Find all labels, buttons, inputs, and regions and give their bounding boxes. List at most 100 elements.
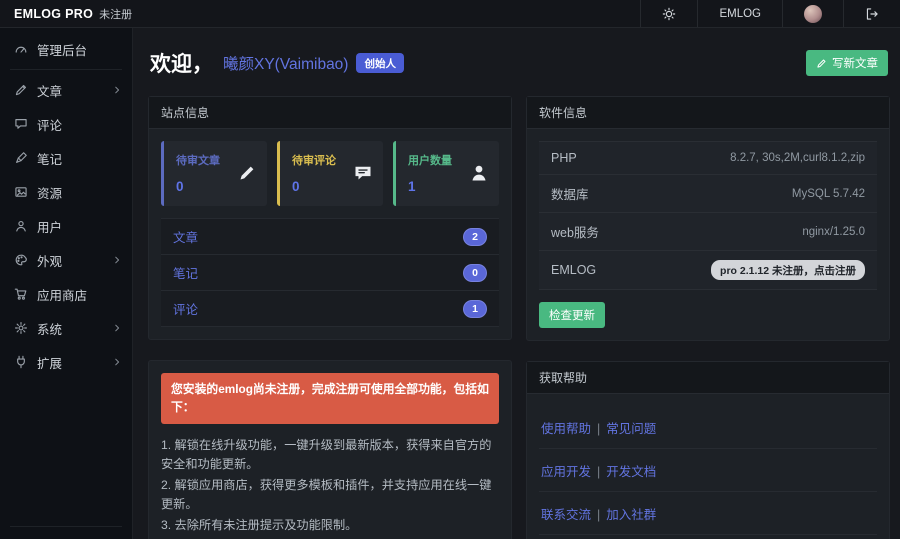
sidebar-item-label: 应用商店 [37,285,87,304]
avatar [804,5,822,23]
help-link[interactable]: 应用开发 [541,465,591,479]
cart-icon [14,287,28,301]
site-info-panel: 站点信息 待审文章 0 [148,96,512,340]
user-icon [14,219,28,233]
register-benefit: 2. 解锁应用商店，获得更多模板和插件，并支持应用在线一键更新。 [161,476,499,514]
help-row-contact: 联系交流|加入社群 [539,492,877,535]
site-count-list: 文章 2 笔记 0 评论 1 [161,218,499,327]
help-link[interactable]: 联系交流 [541,508,591,522]
image-icon [14,185,28,199]
sidebar-item-label: 评论 [37,115,62,134]
new-post-button[interactable]: 写新文章 [806,50,888,76]
register-benefit: 1. 解锁在线升级功能，一键升级到最新版本，获得来自官方的安全和功能更新。 [161,436,499,474]
stat-value: 1 [408,179,452,194]
check-update-button[interactable]: 检查更新 [539,302,605,328]
sidebar-item-label: 系统 [37,319,62,338]
help-link[interactable]: 加入社群 [606,508,656,522]
software-label: web服务 [551,222,599,241]
logout-icon [865,7,879,21]
sidebar-item-app-store[interactable]: 应用商店 [0,277,132,311]
new-post-label: 写新文章 [832,55,878,71]
stat-value: 0 [292,179,336,194]
site-row-articles[interactable]: 文章 2 [161,218,499,255]
role-badge[interactable]: 创始人 [356,53,404,73]
software-row-emlog: EMLOG pro 2.1.12 未注册，点击注册 [539,251,877,290]
comments-count-badge: 1 [463,300,487,318]
sidebar-item-label: 管理后台 [37,40,87,59]
register-panel: 您安装的emlog尚未注册，完成注册可使用全部功能，包括如下： 1. 解锁在线升… [148,360,512,539]
stat-pending-articles: 待审文章 0 [161,141,267,206]
sidebar-item-comments[interactable]: 评论 [0,107,132,141]
sidebar-item-resources[interactable]: 资源 [0,175,132,209]
visit-site-link[interactable]: EMLOG [697,0,782,27]
palette-icon [14,253,28,267]
chevron-right-icon [112,255,122,265]
help-separator: | [591,465,606,479]
topbar-actions: EMLOG [640,0,900,27]
help-separator: | [591,508,606,522]
stat-pending-comments: 待审评论 0 [277,141,383,206]
sidebar-item-label: 资源 [37,183,62,202]
help-link[interactable]: 常见问题 [606,422,656,436]
main-content: 欢迎， 曦颜XY(Vaimibao) 创始人 写新文章 站点信息 待审文章 0 [134,28,900,539]
sidebar-divider [10,69,122,70]
software-label: 数据库 [551,184,589,203]
unregistered-alert: 您安装的emlog尚未注册，完成注册可使用全部功能，包括如下： [161,373,499,424]
sidebar-item-system[interactable]: 系统 [0,311,132,345]
pencil-icon [816,58,827,69]
software-row-database: 数据库 MySQL 5.7.42 [539,175,877,213]
panel-title: 获取帮助 [527,362,889,394]
sidebar-item-dashboard[interactable]: 管理后台 [0,32,132,66]
software-value: nginx/1.25.0 [802,226,865,238]
software-rows: PHP 8.2.7, 30s,2M,curl8.1.2,zip 数据库 MySQ… [539,141,877,290]
sidebar-bottom-divider [10,526,122,527]
user-menu[interactable] [782,0,843,27]
panel-title: 软件信息 [527,97,889,129]
site-row-notes[interactable]: 笔记 0 [161,255,499,291]
sidebar-item-label: 文章 [37,81,62,100]
articles-count-badge: 2 [463,228,487,246]
software-row-webserver: web服务 nginx/1.25.0 [539,213,877,251]
help-row-develop: 应用开发|开发文档 [539,449,877,492]
right-column: 软件信息 PHP 8.2.7, 30s,2M,curl8.1.2,zip 数据库… [526,96,890,539]
software-label: EMLOG [551,263,596,277]
logo-text: EMLOG PRO [14,7,93,21]
help-row-feedback: 问题反馈|官方社区 [539,535,877,539]
comments-link[interactable]: 评论 [173,299,198,318]
sidebar-item-label: 笔记 [37,149,62,168]
plug-icon [14,355,28,369]
help-link[interactable]: 开发文档 [606,465,656,479]
notes-link[interactable]: 笔记 [173,263,198,282]
emlog-version-register-pill[interactable]: pro 2.1.12 未注册，点击注册 [711,260,865,280]
pen-nib-icon [14,151,28,165]
sidebar: 管理后台 文章 评论 笔记 资源 用户 [0,28,133,539]
software-value: 8.2.7, 30s,2M,curl8.1.2,zip [730,152,865,164]
stat-label: 待审文章 [176,152,220,168]
user-icon [469,163,489,183]
sidebar-item-appearance[interactable]: 外观 [0,243,132,277]
username-link[interactable]: 曦颜XY(Vaimibao) [223,52,348,74]
sidebar-item-extensions[interactable]: 扩展 [0,345,132,379]
stat-label: 待审评论 [292,152,336,168]
site-row-comments[interactable]: 评论 1 [161,291,499,327]
gear-icon [14,321,28,335]
sidebar-item-notes[interactable]: 笔记 [0,141,132,175]
software-row-php: PHP 8.2.7, 30s,2M,curl8.1.2,zip [539,141,877,175]
panel-title: 站点信息 [149,97,511,129]
stat-label: 用户数量 [408,152,452,168]
chevron-right-icon [112,357,122,367]
stat-user-count: 用户数量 1 [393,141,499,206]
comment-icon [353,163,373,183]
gauge-icon [14,42,28,56]
app-logo[interactable]: EMLOG PRO 未注册 [0,0,133,27]
help-separator: | [591,422,606,436]
sidebar-item-articles[interactable]: 文章 [0,73,132,107]
help-link[interactable]: 使用帮助 [541,422,591,436]
articles-link[interactable]: 文章 [173,227,198,246]
sun-icon [662,7,676,21]
logo-unregistered-label: 未注册 [99,6,132,22]
theme-toggle-button[interactable] [640,0,697,27]
sidebar-item-users[interactable]: 用户 [0,209,132,243]
comment-icon [14,117,28,131]
logout-button[interactable] [843,0,900,27]
